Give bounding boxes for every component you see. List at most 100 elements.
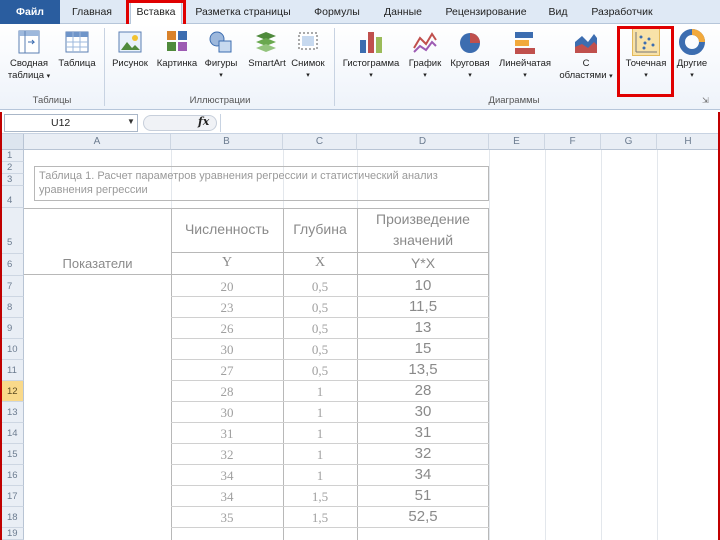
row-header[interactable]: 14 xyxy=(0,423,24,444)
row-header[interactable]: 10 xyxy=(0,339,24,360)
other-charts-button[interactable]: Другие ▾ xyxy=(672,28,712,82)
table-cell[interactable]: 51 xyxy=(357,487,489,504)
pie-chart-button[interactable]: Круговая ▾ xyxy=(446,28,494,82)
table-cell[interactable]: 0,5 xyxy=(283,321,357,337)
table-cell[interactable]: 26 xyxy=(171,321,283,337)
table-border xyxy=(171,443,489,444)
column-header-a[interactable]: A xyxy=(24,134,171,150)
tab-data[interactable]: Данные xyxy=(376,0,430,24)
table-cell[interactable]: 34 xyxy=(171,489,283,505)
row-header[interactable]: 1 xyxy=(0,150,24,162)
pivot-table-button[interactable]: Сводная таблица ▾ xyxy=(4,28,54,83)
table-cell[interactable]: 0,5 xyxy=(283,279,357,295)
row-header[interactable]: 16 xyxy=(0,465,24,486)
table-border xyxy=(171,464,489,465)
row-header-selected[interactable]: 12 xyxy=(0,381,24,402)
table-cell[interactable]: 27 xyxy=(171,363,283,379)
tab-developer[interactable]: Разработчик xyxy=(582,0,662,24)
column-header-e[interactable]: E xyxy=(489,134,545,150)
table-cell[interactable]: 31 xyxy=(171,426,283,442)
table-cell[interactable]: 15 xyxy=(357,340,489,357)
table-cell[interactable]: 30 xyxy=(171,405,283,421)
column-header-g[interactable]: G xyxy=(601,134,657,150)
formula-bar: U12 ▼ fx xyxy=(0,112,720,134)
table-cell[interactable]: 28 xyxy=(357,382,489,399)
table-cell[interactable]: 30 xyxy=(171,342,283,358)
table-cell[interactable]: 1 xyxy=(283,405,357,421)
row-header[interactable]: 7 xyxy=(0,276,24,297)
row-header[interactable]: 11 xyxy=(0,360,24,381)
tab-review[interactable]: Рецензирование xyxy=(438,0,534,24)
bar-chart-button[interactable]: Линейчатая ▾ xyxy=(494,28,556,82)
column-header-c[interactable]: C xyxy=(283,134,357,150)
row-header[interactable]: 13 xyxy=(0,402,24,423)
insert-function-icon[interactable]: fx xyxy=(198,115,209,128)
table-cell[interactable]: 0,5 xyxy=(283,363,357,379)
table-cell[interactable]: 30 xyxy=(357,403,489,420)
tab-formulas[interactable]: Формулы xyxy=(306,0,368,24)
row-header[interactable]: 9 xyxy=(0,318,24,339)
row-header[interactable]: 15 xyxy=(0,444,24,465)
table-cell[interactable]: 1 xyxy=(283,384,357,400)
row-header[interactable]: 5 xyxy=(0,208,24,254)
table-button[interactable]: Таблица xyxy=(56,28,98,70)
column-chart-button[interactable]: Гистограмма ▾ xyxy=(338,28,404,82)
row-header[interactable]: 4 xyxy=(0,186,24,208)
column-header-b[interactable]: B xyxy=(171,134,283,150)
table-cell[interactable]: 52,5 xyxy=(357,508,489,525)
table-cell[interactable]: 28 xyxy=(171,384,283,400)
shapes-button[interactable]: Фигуры ▾ xyxy=(200,28,242,82)
table-cell[interactable]: 13 xyxy=(357,319,489,336)
table-cell[interactable]: 20 xyxy=(171,279,283,295)
screenshot-icon xyxy=(294,28,322,56)
table-cell[interactable]: 10 xyxy=(357,277,489,294)
table-cell[interactable]: 1,5 xyxy=(283,510,357,526)
formula-input[interactable] xyxy=(220,114,718,132)
name-box-dropdown-icon[interactable]: ▼ xyxy=(127,117,135,126)
table-cell[interactable]: 1,5 xyxy=(283,489,357,505)
row-header[interactable]: 2 xyxy=(0,162,24,174)
row-header[interactable]: 18 xyxy=(0,507,24,528)
row-header[interactable]: 8 xyxy=(0,297,24,318)
table-cell[interactable]: 23 xyxy=(171,300,283,316)
table-cell[interactable]: 35 xyxy=(171,510,283,526)
table-cell[interactable]: 13,5 xyxy=(357,361,489,378)
table-cell[interactable]: 32 xyxy=(357,445,489,462)
table-cell[interactable]: 0,5 xyxy=(283,300,357,316)
header-product-line2: значений xyxy=(392,232,454,248)
tab-view[interactable]: Вид xyxy=(542,0,574,24)
column-header-d[interactable]: D xyxy=(357,134,489,150)
name-box[interactable]: U12 xyxy=(4,114,138,132)
table-icon xyxy=(63,28,91,56)
line-chart-button[interactable]: График ▾ xyxy=(404,28,446,82)
row-header[interactable]: 19 xyxy=(0,528,24,540)
table-cell[interactable]: 34 xyxy=(357,466,489,483)
grid-line xyxy=(657,150,658,540)
dialog-launcher-icon[interactable]: ⇲ xyxy=(702,96,709,105)
dropdown-arrow-icon: ▾ xyxy=(219,72,223,79)
tab-home[interactable]: Главная xyxy=(64,0,120,24)
row-header[interactable]: 17 xyxy=(0,486,24,507)
select-all-corner[interactable] xyxy=(0,134,24,150)
table-cell[interactable]: 0,5 xyxy=(283,342,357,358)
tab-page-layout[interactable]: Разметка страницы xyxy=(190,0,296,24)
picture-button[interactable]: Рисунок xyxy=(108,28,152,70)
bar-chart-label: Линейчатая xyxy=(498,58,552,69)
column-header-h[interactable]: H xyxy=(657,134,720,150)
table-cell[interactable]: 1 xyxy=(283,468,357,484)
clipart-button[interactable]: Картинка xyxy=(154,28,200,70)
tab-file[interactable]: Файл xyxy=(0,0,60,24)
row-header[interactable]: 6 xyxy=(0,254,24,276)
table-cell[interactable]: 11,5 xyxy=(357,298,489,315)
table-cell[interactable]: 31 xyxy=(357,424,489,441)
table-cell[interactable]: 32 xyxy=(171,447,283,463)
smartart-button[interactable]: SmartArt xyxy=(244,28,290,70)
table-cell[interactable]: 1 xyxy=(283,426,357,442)
screenshot-button[interactable]: Снимок ▾ xyxy=(288,28,328,82)
column-header-f[interactable]: F xyxy=(545,134,601,150)
table-cell[interactable]: 1 xyxy=(283,447,357,463)
table-cell[interactable]: 34 xyxy=(171,468,283,484)
row-header[interactable]: 3 xyxy=(0,174,24,186)
area-chart-button[interactable]: С областями ▾ xyxy=(556,28,616,83)
area-chart-label-line2: областями xyxy=(559,70,607,81)
